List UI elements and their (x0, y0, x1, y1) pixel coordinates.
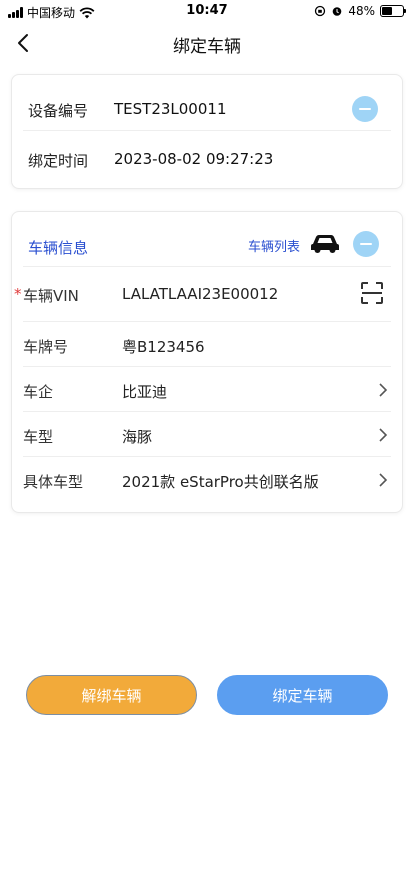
model-value[interactable]: 海豚 (122, 426, 152, 447)
device-card: 设备编号 TEST23L00011 绑定时间 2023-08-02 09:27:… (11, 74, 403, 189)
vin-value[interactable]: LALATLAAI23E00012 (122, 285, 278, 303)
divider (23, 411, 391, 412)
divider (23, 266, 391, 267)
bind-time-value: 2023-08-02 09:27:23 (114, 150, 274, 168)
brand-label: 车企 (23, 383, 54, 401)
car-icon[interactable] (310, 232, 340, 254)
page-title: 绑定车辆 (173, 37, 241, 57)
alarm-icon (333, 7, 342, 16)
orientation-lock-icon (315, 5, 326, 17)
bind-time-label: 绑定时间 (28, 152, 89, 170)
nav-bar: 绑定车辆 (0, 22, 414, 64)
device-collapse-button[interactable] (352, 96, 378, 122)
plate-value[interactable]: 粤B123456 (122, 336, 205, 357)
brand-value[interactable]: 比亚迪 (122, 381, 167, 402)
chevron-right-icon[interactable] (378, 428, 388, 442)
battery-fill (382, 7, 392, 15)
variant-label: 具体车型 (23, 473, 84, 491)
divider (23, 130, 391, 131)
battery-icon (380, 5, 406, 17)
divider (23, 456, 391, 457)
battery-percent: 48% (348, 4, 375, 18)
chevron-right-icon[interactable] (378, 383, 388, 397)
bind-vehicle-button[interactable]: 绑定车辆 (217, 675, 388, 715)
chevron-right-icon[interactable] (378, 473, 388, 487)
divider (23, 366, 391, 367)
model-label: 车型 (23, 428, 54, 446)
status-right: 48% (314, 4, 406, 18)
vehicle-info-title: 车辆信息 (28, 239, 89, 257)
device-id-value: TEST23L00011 (114, 100, 227, 118)
variant-value[interactable]: 2021款 eStarPro共创联名版 (122, 471, 319, 492)
vehicle-card: 车辆信息 车辆列表 * 车辆VIN LALATLAAI23E00012 车牌号 … (11, 211, 403, 513)
device-id-label: 设备编号 (28, 102, 89, 120)
status-bar: 中国移动 10:47 48% (0, 0, 414, 22)
chevron-left-icon[interactable] (14, 32, 34, 54)
required-mark: * (14, 285, 22, 303)
plate-label: 车牌号 (23, 338, 69, 356)
divider (23, 321, 391, 322)
vehicle-collapse-button[interactable] (353, 231, 379, 257)
vin-label: 车辆VIN (23, 287, 79, 305)
scan-icon[interactable] (360, 281, 384, 305)
unbind-vehicle-button[interactable]: 解绑车辆 (26, 675, 197, 715)
vehicle-list-link[interactable]: 车辆列表 (248, 236, 300, 255)
